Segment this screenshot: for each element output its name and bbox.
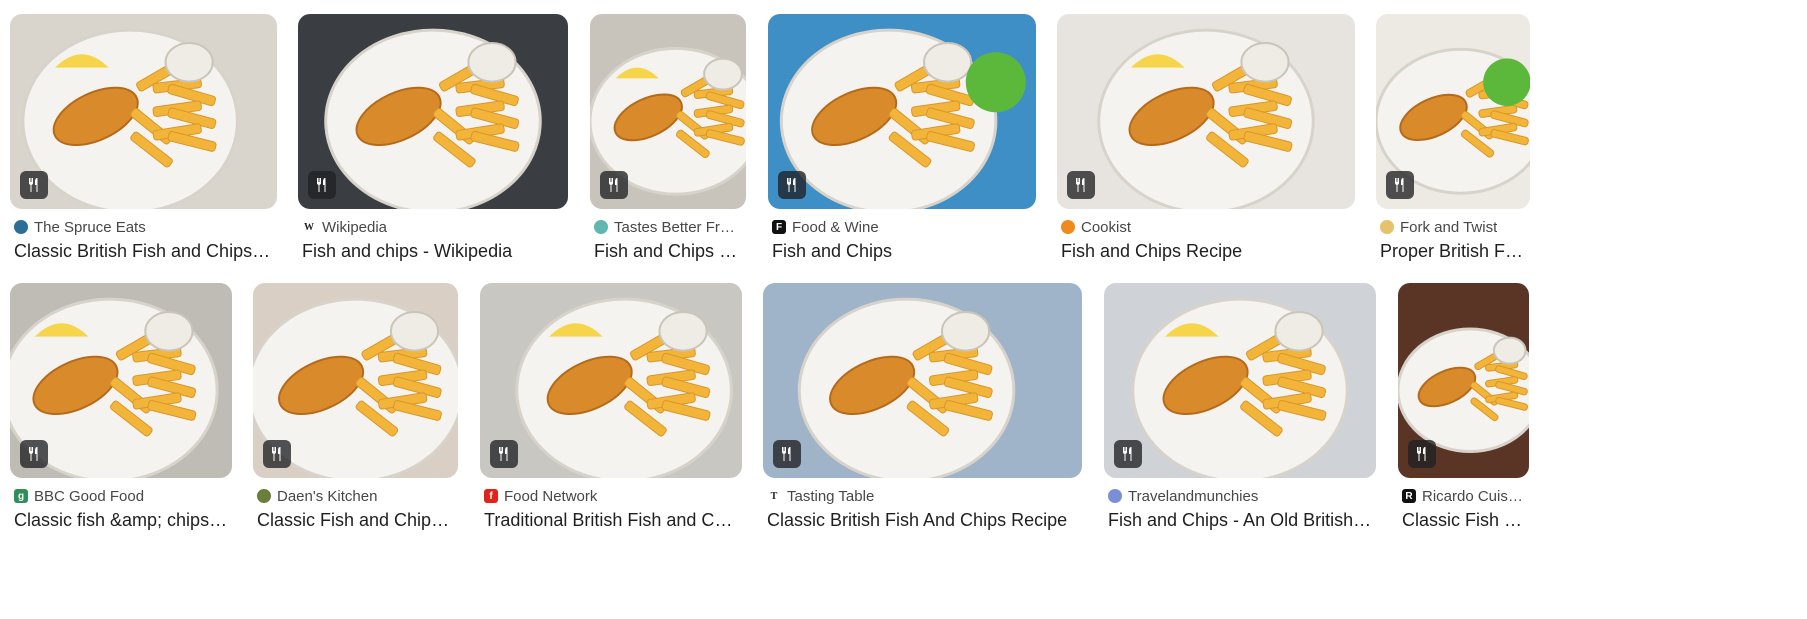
- image-result-card[interactable]: F Food & Wine Fish and Chips: [768, 14, 1036, 263]
- recipe-utensils-icon: [773, 440, 801, 468]
- image-result-card[interactable]: Cookist Fish and Chips Recipe: [1057, 14, 1355, 263]
- result-title-link[interactable]: Classic Fish and Chips wi...: [257, 509, 454, 531]
- result-source[interactable]: f Food Network: [484, 487, 738, 505]
- recipe-utensils-icon: [1114, 440, 1142, 468]
- result-source-name: Food Network: [504, 487, 598, 505]
- result-source[interactable]: The Spruce Eats: [14, 218, 273, 236]
- recipe-utensils-icon: [1408, 440, 1436, 468]
- image-result-card[interactable]: Fork and Twist Proper British Fish an...: [1376, 14, 1530, 263]
- bbc-good-food-favicon-icon: g: [14, 489, 28, 503]
- image-result-card[interactable]: Tastes Better From ... Fish and Chips - T…: [590, 14, 746, 263]
- result-source[interactable]: W Wikipedia: [302, 218, 564, 236]
- result-source-name: Wikipedia: [322, 218, 388, 236]
- globe-favicon-icon: [1108, 489, 1122, 503]
- recipe-utensils-icon: [20, 171, 48, 199]
- image-results-grid: The Spruce Eats Classic British Fish and …: [0, 0, 1807, 619]
- result-source[interactable]: T Tasting Table: [767, 487, 1078, 505]
- utensils-favicon-icon: [14, 220, 28, 234]
- ricardo-favicon-icon: R: [1402, 489, 1416, 503]
- result-thumbnail-image[interactable]: [253, 283, 458, 478]
- result-title-link[interactable]: Traditional British Fish and Chips ...: [484, 509, 738, 531]
- result-thumbnail-image[interactable]: [768, 14, 1036, 209]
- result-thumbnail-image[interactable]: [763, 283, 1082, 478]
- image-result-card[interactable]: T Tasting Table Classic British Fish And C…: [763, 283, 1082, 532]
- result-source[interactable]: F Food & Wine: [772, 218, 1032, 236]
- recipe-utensils-icon: [490, 440, 518, 468]
- result-title-link[interactable]: Fish and Chips Recipe: [1061, 240, 1351, 262]
- result-source-name: Food & Wine: [792, 218, 879, 236]
- image-result-card[interactable]: g BBC Good Food Classic fish &amp; chips r…: [10, 283, 232, 532]
- result-title-link[interactable]: Classic fish &amp; chips rec...: [14, 509, 228, 531]
- cookist-favicon-icon: [1061, 220, 1075, 234]
- fork-twist-favicon-icon: [1380, 220, 1394, 234]
- result-thumbnail-image[interactable]: [10, 14, 277, 209]
- result-thumbnail-image[interactable]: [1376, 14, 1530, 209]
- image-result-card[interactable]: Travelandmunchies Fish and Chips - An Old…: [1104, 283, 1376, 532]
- result-source[interactable]: g BBC Good Food: [14, 487, 228, 505]
- result-title-link[interactable]: Fish and Chips - An Old British Cla...: [1108, 509, 1372, 531]
- food-network-favicon-icon: f: [484, 489, 498, 503]
- result-title-link[interactable]: Fish and chips - Wikipedia: [302, 240, 564, 262]
- result-source-name: Cookist: [1081, 218, 1132, 236]
- result-source-name: Daen's Kitchen: [277, 487, 378, 505]
- heart-favicon-icon: [594, 220, 608, 234]
- image-result-card[interactable]: R Ricardo Cuisine Classic Fish and C...: [1398, 283, 1529, 532]
- image-result-card[interactable]: Daen's Kitchen Classic Fish and Chips wi.…: [253, 283, 458, 532]
- result-title-link[interactable]: Fish and Chips - T...: [594, 240, 742, 262]
- daens-kitchen-favicon-icon: [257, 489, 271, 503]
- result-title-link[interactable]: Classic British Fish And Chips Recipe: [767, 509, 1078, 531]
- recipe-utensils-icon: [778, 171, 806, 199]
- result-source-name: BBC Good Food: [34, 487, 145, 505]
- result-source[interactable]: Tastes Better From ...: [594, 218, 742, 236]
- recipe-utensils-icon: [20, 440, 48, 468]
- result-thumbnail-image[interactable]: [10, 283, 232, 478]
- recipe-utensils-icon: [600, 171, 628, 199]
- recipe-utensils-icon: [308, 171, 336, 199]
- result-source-name: Tastes Better From ...: [614, 218, 742, 236]
- result-thumbnail-image[interactable]: [590, 14, 746, 209]
- tasting-table-favicon-icon: T: [767, 489, 781, 503]
- result-title-link[interactable]: Fish and Chips: [772, 240, 1032, 262]
- result-thumbnail-image[interactable]: [1398, 283, 1529, 478]
- result-thumbnail-image[interactable]: [1104, 283, 1376, 478]
- result-source[interactable]: Fork and Twist: [1380, 218, 1526, 236]
- image-result-card[interactable]: f Food Network Traditional British Fish an…: [480, 283, 742, 532]
- recipe-utensils-icon: [1067, 171, 1095, 199]
- result-source[interactable]: Travelandmunchies: [1108, 487, 1372, 505]
- result-thumbnail-image[interactable]: [298, 14, 568, 209]
- result-source-name: Travelandmunchies: [1128, 487, 1259, 505]
- result-title-link[interactable]: Proper British Fish an...: [1380, 240, 1526, 262]
- result-source-name: The Spruce Eats: [34, 218, 146, 236]
- recipe-utensils-icon: [263, 440, 291, 468]
- result-title-link[interactable]: Classic British Fish and Chips Reci...: [14, 240, 273, 262]
- food-wine-favicon-icon: F: [772, 220, 786, 234]
- result-source-name: Tasting Table: [787, 487, 875, 505]
- image-result-card[interactable]: The Spruce Eats Classic British Fish and …: [10, 14, 277, 263]
- result-title-link[interactable]: Classic Fish and C...: [1402, 509, 1525, 531]
- result-source[interactable]: Daen's Kitchen: [257, 487, 454, 505]
- result-thumbnail-image[interactable]: [1057, 14, 1355, 209]
- result-thumbnail-image[interactable]: [480, 283, 742, 478]
- image-result-card[interactable]: W Wikipedia Fish and chips - Wikipedia: [298, 14, 568, 263]
- wikipedia-favicon-icon: W: [302, 220, 316, 234]
- result-source[interactable]: R Ricardo Cuisine: [1402, 487, 1525, 505]
- result-source[interactable]: Cookist: [1061, 218, 1351, 236]
- result-source-name: Fork and Twist: [1400, 218, 1498, 236]
- result-source-name: Ricardo Cuisine: [1422, 487, 1525, 505]
- recipe-utensils-icon: [1386, 171, 1414, 199]
